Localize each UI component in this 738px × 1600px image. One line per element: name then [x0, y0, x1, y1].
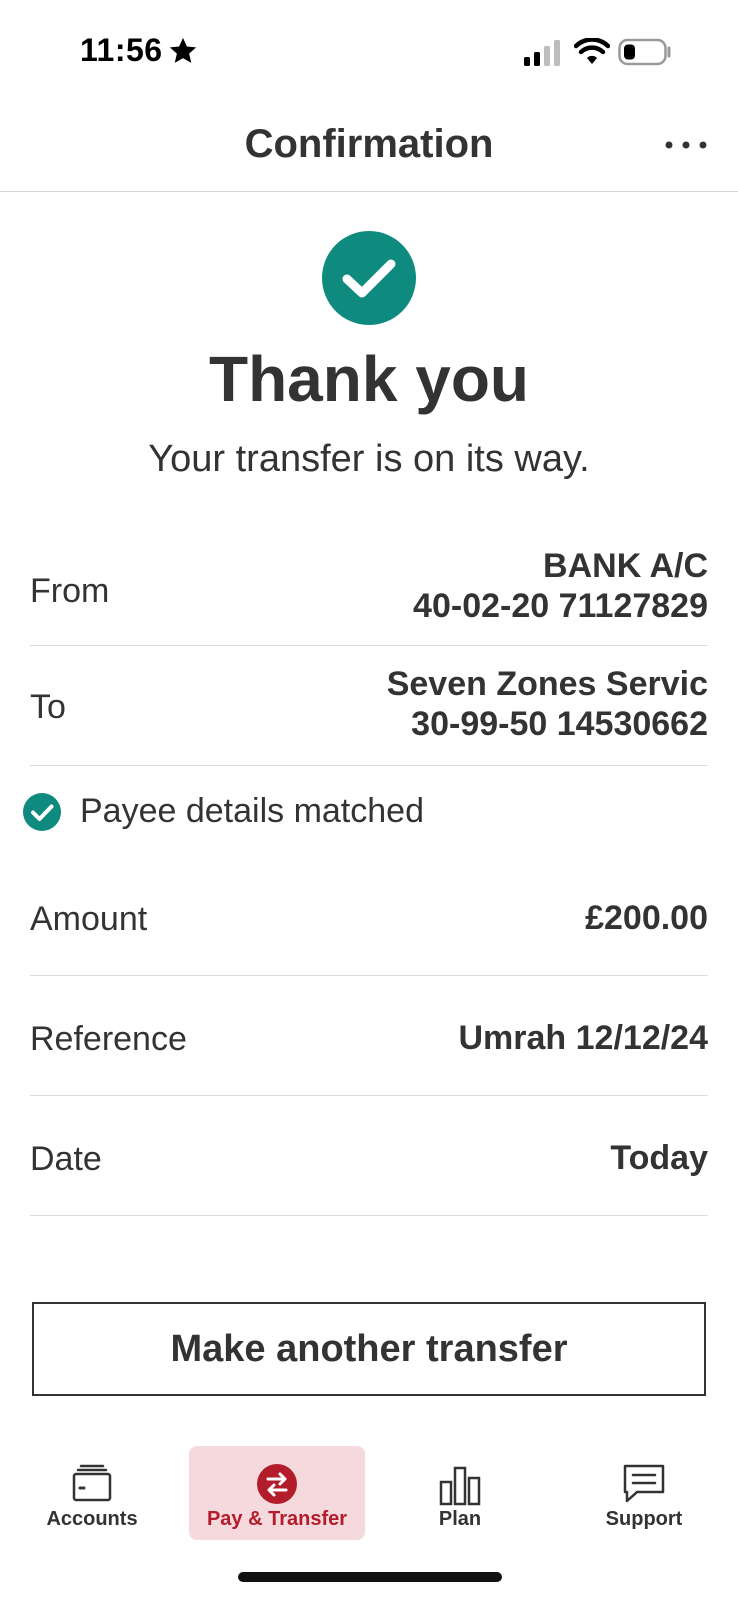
chat-bubble-icon [623, 1464, 665, 1503]
to-account-number: 30-99-50 14530662 [411, 705, 708, 743]
success-check-icon [322, 231, 416, 325]
reference-value: Umrah 12/12/24 [458, 1019, 709, 1057]
payee-match-text: Payee details matched [80, 792, 424, 830]
amount-value: £200.00 [585, 899, 708, 937]
date-row: Date Today [30, 1096, 708, 1216]
to-value: Seven Zones Servic 30-99-50 14530662 [387, 664, 708, 744]
from-row: From BANK A/C 40-02-20 71127829 [30, 540, 708, 646]
transfer-arrows-icon [257, 1464, 297, 1504]
status-time: 11:56 [80, 32, 163, 68]
tab-plan[interactable]: Plan [390, 1446, 530, 1540]
bottom-tab-bar: Accounts Pay & Transfer Plan Support [0, 1446, 738, 1546]
reference-label: Reference [30, 1020, 187, 1058]
check-circle-icon [23, 793, 61, 831]
to-payee-name: Seven Zones Servic [386, 665, 708, 703]
from-account-number: 40-02-20 71127829 [413, 587, 708, 625]
from-value: BANK A/C 40-02-20 71127829 [413, 546, 708, 626]
more-options-icon[interactable] [664, 138, 708, 152]
tab-pay-transfer-label: Pay & Transfer [206, 1508, 348, 1530]
tab-accounts-label: Accounts [46, 1508, 138, 1530]
reference-row: Reference Umrah 12/12/24 [30, 976, 708, 1096]
make-another-transfer-button[interactable]: Make another transfer [32, 1302, 706, 1396]
from-account-name: BANK A/C [543, 547, 708, 585]
status-bar: 11:56 [0, 0, 738, 100]
date-label: Date [30, 1140, 102, 1178]
thank-you-heading: Thank you [208, 343, 530, 415]
cellular-signal-icon [524, 40, 560, 66]
bar-chart-icon [439, 1466, 481, 1506]
transfer-status-message: Your transfer is on its way. [148, 438, 590, 480]
amount-label: Amount [30, 900, 148, 938]
home-indicator [238, 1572, 502, 1582]
to-row: To Seven Zones Servic 30-99-50 14530662 [30, 646, 708, 766]
page-title: Confirmation [244, 122, 494, 166]
to-label: To [30, 688, 66, 726]
tab-accounts[interactable]: Accounts [22, 1446, 162, 1540]
amount-row: Amount £200.00 [30, 856, 708, 976]
star-icon [169, 37, 197, 63]
tab-plan-label: Plan [438, 1508, 482, 1530]
tab-pay-transfer[interactable]: Pay & Transfer [189, 1446, 365, 1540]
battery-icon [618, 38, 671, 66]
tab-support[interactable]: Support [574, 1446, 714, 1540]
top-header: Confirmation [0, 100, 738, 192]
tab-support-label: Support [605, 1508, 683, 1530]
from-label: From [30, 572, 110, 610]
wallet-icon [72, 1464, 112, 1502]
wifi-icon [574, 38, 610, 64]
date-value: Today [610, 1139, 708, 1177]
